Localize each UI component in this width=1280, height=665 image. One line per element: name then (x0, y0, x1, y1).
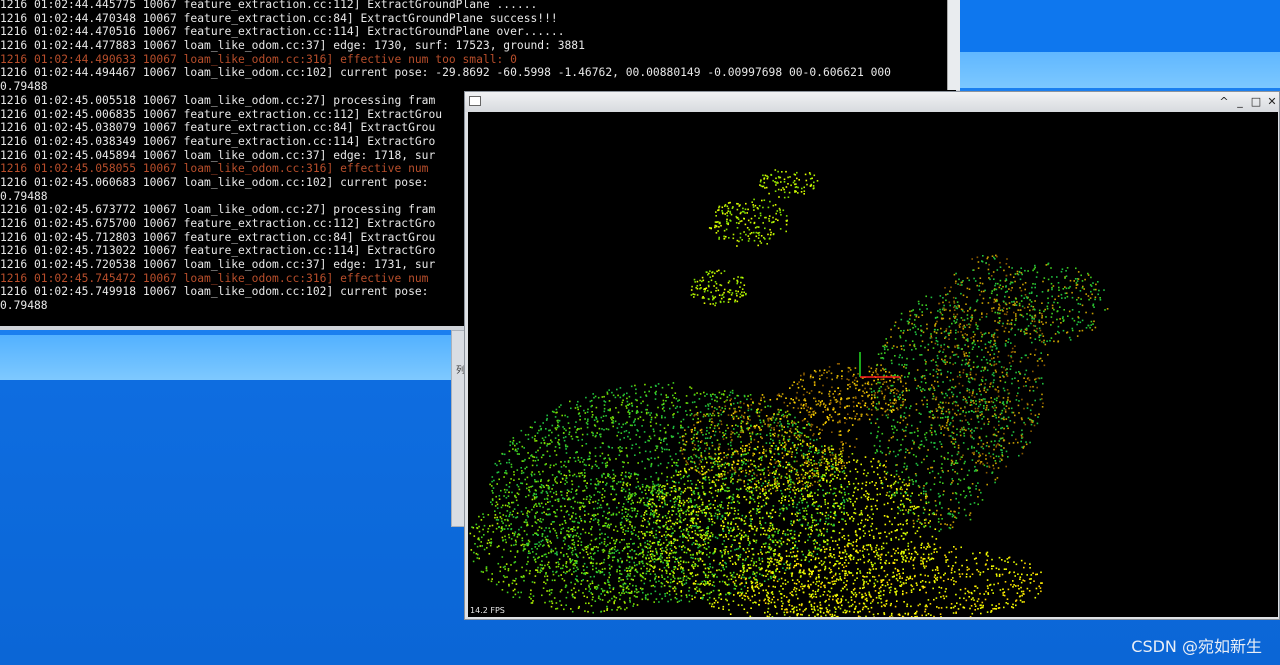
point-cloud-canvas[interactable]: 14.2 FPS (468, 112, 1278, 617)
point-cloud-viewer-window[interactable]: ^ _ □ ✕ 14.2 FPS (464, 91, 1280, 620)
desktop-background-band-lower (0, 335, 470, 380)
terminal-line: 1216 01:02:44.494467 10067 loam_like_odo… (0, 66, 891, 80)
terminal-line: 1216 01:02:44.445775 10067 feature_extra… (0, 0, 538, 11)
watermark: CSDN @宛如新生 (1131, 637, 1262, 656)
minimize-button[interactable]: _ (1233, 94, 1247, 110)
window-menu-icon[interactable] (469, 96, 481, 106)
close-button[interactable]: ✕ (1265, 94, 1279, 110)
terminal-line: 1216 01:02:44.477883 10067 loam_like_odo… (0, 39, 585, 53)
shade-button[interactable]: ^ (1217, 94, 1231, 110)
terminal-line: 1216 01:02:44.490633 10067 loam_like_odo… (0, 52, 517, 66)
fps-counter: 14.2 FPS (470, 606, 505, 615)
terminal-scrollbar[interactable] (947, 0, 960, 90)
viewer-titlebar[interactable]: ^ _ □ ✕ (465, 92, 1279, 112)
point-cloud-points (469, 169, 1109, 617)
terminal-line: 1216 01:02:44.470516 10067 feature_extra… (0, 25, 565, 39)
terminal-line: 1216 01:02:44.470348 10067 feature_extra… (0, 11, 558, 25)
point-cloud-render (469, 169, 1109, 617)
maximize-button[interactable]: □ (1249, 94, 1263, 110)
